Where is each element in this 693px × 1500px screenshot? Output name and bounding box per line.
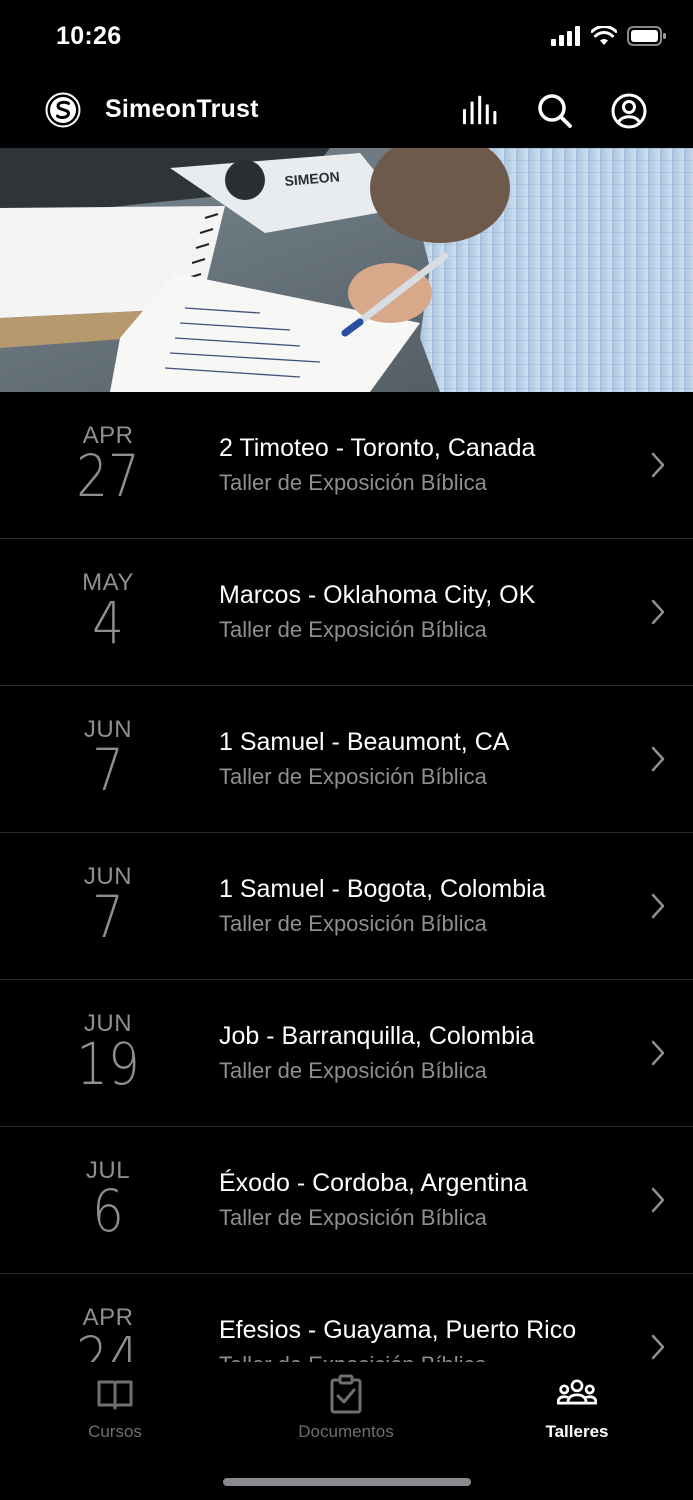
tab-cursos[interactable]: Cursos bbox=[15, 1374, 215, 1442]
workshop-subtitle: Taller de Exposición Bíblica bbox=[219, 911, 487, 936]
account-icon bbox=[611, 93, 647, 129]
chevron-right-icon bbox=[651, 1334, 665, 1360]
date-day: 24 bbox=[76, 1324, 140, 1362]
status-time: 10:26 bbox=[56, 22, 122, 50]
date-day: 4 bbox=[92, 589, 124, 657]
group-icon bbox=[557, 1379, 597, 1405]
workshop-title: Marcos - Oklahoma City, OK bbox=[219, 581, 536, 609]
workshop-row[interactable]: APR 24 Efesios - Guayama, Puerto Rico Ta… bbox=[0, 1274, 693, 1362]
workshop-title: 1 Samuel - Bogota, Colombia bbox=[219, 875, 546, 903]
workshop-title: Éxodo - Cordoba, Argentina bbox=[219, 1169, 528, 1197]
date-day: 19 bbox=[76, 1030, 140, 1098]
hero-image: SIMEON bbox=[0, 148, 693, 392]
workshop-subtitle: Taller de Exposición Bíblica bbox=[219, 1205, 487, 1230]
workshop-title: Job - Barranquilla, Colombia bbox=[219, 1022, 535, 1050]
workshop-title: Efesios - Guayama, Puerto Rico bbox=[219, 1316, 577, 1344]
tab-label: Cursos bbox=[88, 1422, 142, 1441]
battery-icon bbox=[627, 26, 666, 46]
workshop-row[interactable]: JUN 19 Job - Barranquilla, Colombia Tall… bbox=[0, 980, 693, 1127]
stats-button[interactable] bbox=[462, 92, 500, 130]
workshop-subtitle: Taller de Exposición Bíblica bbox=[219, 1058, 487, 1083]
app-title: SimeonTrust bbox=[105, 95, 259, 123]
date-day: 7 bbox=[92, 736, 124, 804]
workshop-list: APR 27 2 Timoteo - Toronto, Canada Talle… bbox=[0, 392, 693, 1362]
workshop-row[interactable]: JUN 7 1 Samuel - Bogota, Colombia Taller… bbox=[0, 833, 693, 980]
chevron-right-icon bbox=[651, 452, 665, 478]
workshop-row[interactable]: APR 27 2 Timoteo - Toronto, Canada Talle… bbox=[0, 392, 693, 539]
stats-icon bbox=[462, 95, 497, 125]
workshop-subtitle: Taller de Exposición Bíblica bbox=[219, 764, 487, 789]
status-bar: 10:26 bbox=[0, 0, 693, 78]
app-header: SimeonTrust bbox=[0, 78, 693, 148]
workshop-subtitle: Taller de Exposición Bíblica bbox=[219, 470, 487, 495]
tab-label: Talleres bbox=[545, 1422, 609, 1441]
workshop-row[interactable]: MAY 4 Marcos - Oklahoma City, OK Taller … bbox=[0, 539, 693, 686]
date-day: 6 bbox=[92, 1177, 124, 1245]
photo-person-writing-notes-icon: SIMEON bbox=[0, 148, 693, 392]
simeon-trust-logo-icon bbox=[45, 92, 81, 128]
tab-documentos[interactable]: Documentos bbox=[246, 1374, 446, 1442]
status-icons bbox=[551, 26, 667, 46]
tab-talleres[interactable]: Talleres bbox=[477, 1374, 677, 1442]
workshop-subtitle: Taller de Exposición Bíblica bbox=[219, 1352, 487, 1362]
account-button[interactable] bbox=[610, 92, 648, 130]
chevron-right-icon bbox=[651, 746, 665, 772]
book-icon bbox=[97, 1380, 133, 1410]
chevron-right-icon bbox=[651, 1187, 665, 1213]
search-button[interactable] bbox=[536, 92, 574, 130]
clipboard-check-icon bbox=[330, 1374, 362, 1414]
chevron-right-icon bbox=[651, 893, 665, 919]
workshop-subtitle: Taller de Exposición Bíblica bbox=[219, 617, 487, 642]
workshop-row[interactable]: JUN 7 1 Samuel - Beaumont, CA Taller de … bbox=[0, 686, 693, 833]
cellular-signal-icon bbox=[551, 26, 580, 46]
wifi-icon bbox=[591, 26, 617, 45]
chevron-right-icon bbox=[651, 1040, 665, 1066]
workshop-title: 1 Samuel - Beaumont, CA bbox=[219, 728, 510, 756]
date-day: 27 bbox=[76, 442, 140, 510]
tab-label: Documentos bbox=[298, 1422, 394, 1441]
date-day: 7 bbox=[92, 883, 124, 951]
workshop-row[interactable]: JUL 6 Éxodo - Cordoba, Argentina Taller … bbox=[0, 1127, 693, 1274]
home-indicator[interactable] bbox=[223, 1478, 471, 1486]
workshop-title: 2 Timoteo - Toronto, Canada bbox=[219, 434, 536, 462]
chevron-right-icon bbox=[651, 599, 665, 625]
search-icon bbox=[538, 94, 572, 128]
